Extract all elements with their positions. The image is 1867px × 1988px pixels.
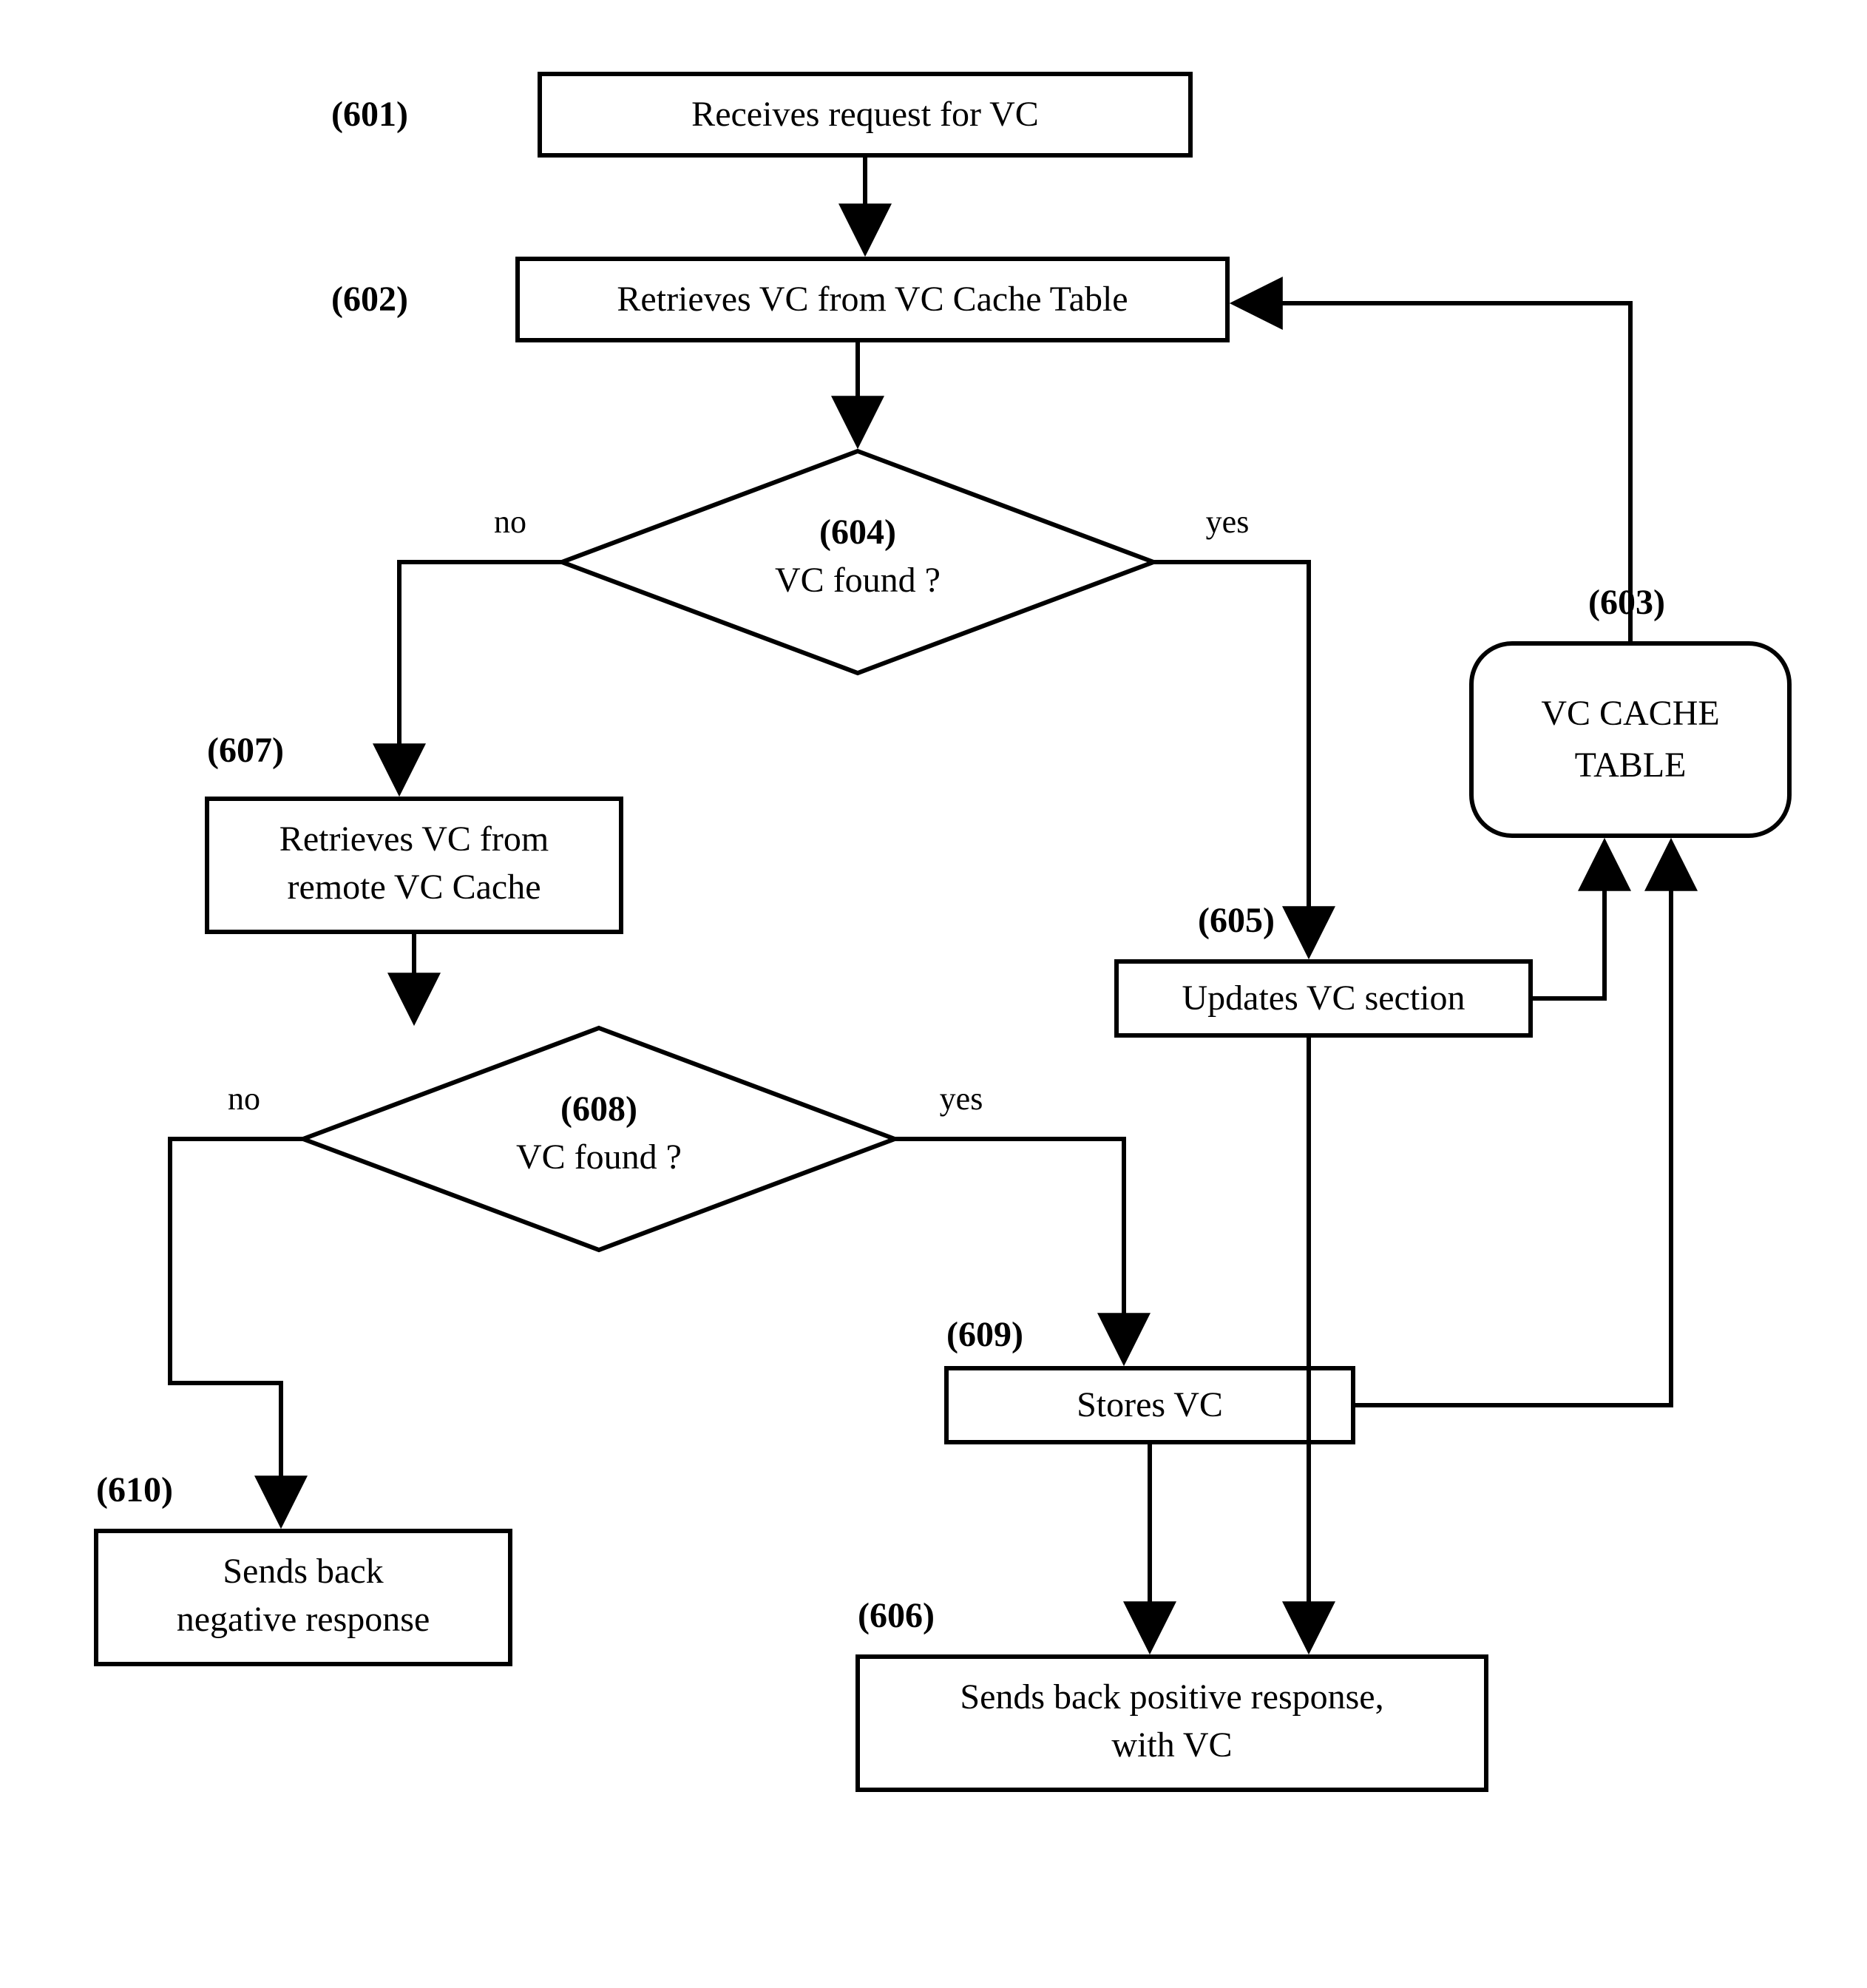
node-608-text: VC found ? — [516, 1137, 682, 1177]
edge-604-no-label: no — [494, 504, 526, 540]
node-607-line2: remote VC Cache — [287, 868, 541, 907]
node-606-line1: Sends back positive response, — [960, 1677, 1383, 1717]
node-604-text: VC found ? — [775, 561, 941, 600]
node-609: Stores VC — [946, 1368, 1353, 1442]
node-604: (604) VC found ? — [562, 451, 1153, 673]
node-603-line1: VC CACHE — [1541, 694, 1719, 733]
edge-603-602 — [1235, 303, 1630, 643]
node-607-line1: Retrieves VC from — [279, 819, 549, 859]
node-606-line2: with VC — [1111, 1725, 1232, 1765]
edge-608-yes-label: yes — [940, 1081, 983, 1117]
node-609-text: Stores VC — [1077, 1385, 1223, 1424]
edge-604-yes — [1153, 562, 1309, 954]
edge-604-yes-label: yes — [1206, 504, 1250, 540]
node-605-label: (605) — [1198, 901, 1275, 940]
edge-604-no — [399, 562, 562, 791]
node-603: VC CACHE TABLE — [1471, 643, 1789, 836]
node-602-text: Retrieves VC from VC Cache Table — [617, 280, 1128, 319]
node-608: (608) VC found ? — [303, 1028, 895, 1250]
edge-608-no-label: no — [228, 1081, 260, 1117]
flowchart: Receives request for VC (601) Retrieves … — [0, 0, 1867, 1984]
node-608-label: (608) — [560, 1089, 637, 1129]
node-605: Updates VC section — [1117, 961, 1531, 1035]
node-604-label: (604) — [819, 513, 896, 552]
node-602: Retrieves VC from VC Cache Table — [518, 259, 1227, 340]
node-610: Sends back negative response — [96, 1531, 510, 1664]
node-610-line1: Sends back — [223, 1552, 383, 1591]
node-610-label: (610) — [96, 1470, 173, 1509]
node-605-text: Updates VC section — [1182, 978, 1465, 1018]
node-601: Receives request for VC — [540, 74, 1190, 155]
edge-608-no — [170, 1139, 303, 1524]
edge-605-603 — [1531, 843, 1605, 998]
node-607-label: (607) — [207, 731, 284, 770]
node-607: Retrieves VC from remote VC Cache — [207, 799, 621, 932]
node-609-label: (609) — [946, 1315, 1023, 1354]
node-601-text: Receives request for VC — [691, 95, 1039, 134]
node-603-label: (603) — [1588, 583, 1665, 622]
node-603-line2: TABLE — [1575, 746, 1687, 785]
node-601-label: (601) — [331, 95, 408, 134]
edge-609-603 — [1353, 843, 1671, 1405]
node-602-label: (602) — [331, 280, 408, 319]
node-606-label: (606) — [858, 1596, 935, 1635]
node-610-line2: negative response — [177, 1600, 430, 1639]
node-606: Sends back positive response, with VC — [858, 1657, 1486, 1790]
